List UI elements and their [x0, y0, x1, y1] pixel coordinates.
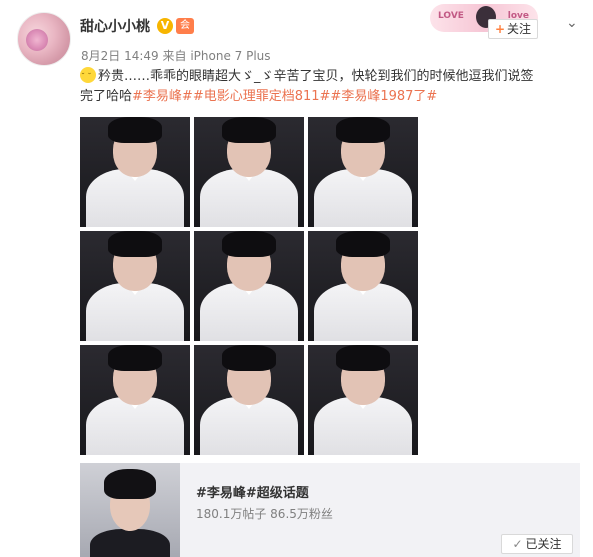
photo-thumbnail[interactable]	[308, 117, 418, 227]
photo-thumbnail[interactable]	[194, 117, 304, 227]
photo-thumbnail[interactable]	[80, 117, 190, 227]
hashtag-link[interactable]: #李易峰#	[132, 89, 193, 104]
post-timestamp[interactable]: 8月2日 14:49	[81, 49, 159, 63]
followed-button[interactable]: ✓ 已关注	[501, 534, 573, 554]
photo-thumbnail[interactable]	[308, 231, 418, 341]
photo-thumbnail[interactable]	[308, 345, 418, 455]
member-badge-icon: 会	[176, 18, 194, 34]
chevron-down-icon[interactable]: ⌄	[566, 16, 580, 30]
topic-stats: 180.1万帖子 86.5万粉丝	[196, 507, 333, 521]
user-avatar[interactable]	[17, 12, 71, 66]
post-text-line1: 矜贵……乖乖的眼睛超大ゞ_ゞ辛苦了宝贝，快轮到我们的时候他逗我们说签	[98, 69, 534, 84]
post-content: 矜贵……乖乖的眼睛超大ゞ_ゞ辛苦了宝贝，快轮到我们的时候他逗我们说签 完了哈哈#…	[80, 67, 582, 107]
photo-thumbnail[interactable]	[194, 231, 304, 341]
smile-emoji-icon	[80, 67, 96, 87]
verified-icon: V	[157, 18, 173, 34]
plus-icon: +	[494, 22, 506, 36]
post-source[interactable]: iPhone 7 Plus	[190, 49, 270, 63]
photo-thumbnail[interactable]	[80, 231, 190, 341]
post-text-line2: 完了哈哈	[80, 89, 133, 104]
photo-grid	[80, 117, 420, 455]
photo-thumbnail[interactable]	[194, 345, 304, 455]
followed-label: 已关注	[525, 537, 562, 551]
topic-cover-image[interactable]	[80, 463, 180, 557]
follow-label: 关注	[507, 22, 532, 36]
check-icon: ✓	[512, 537, 523, 551]
post-meta: 8月2日 14:49 来自 iPhone 7 Plus	[81, 47, 271, 64]
username[interactable]: 甜心小小桃	[80, 16, 150, 36]
source-prefix: 来自	[162, 49, 187, 63]
hashtag-link[interactable]: #电影心理罪定档811#	[193, 89, 331, 104]
topic-title[interactable]: #李易峰#超级话题	[196, 482, 309, 501]
follow-button[interactable]: + 关注	[488, 19, 538, 39]
hashtag-link[interactable]: #李易峰1987了#	[330, 89, 437, 104]
super-topic-card[interactable]: #李易峰#超级话题 180.1万帖子 86.5万粉丝 ✓ 已关注	[80, 463, 580, 557]
photo-thumbnail[interactable]	[80, 345, 190, 455]
banner-text-left: LOVE	[438, 11, 464, 21]
